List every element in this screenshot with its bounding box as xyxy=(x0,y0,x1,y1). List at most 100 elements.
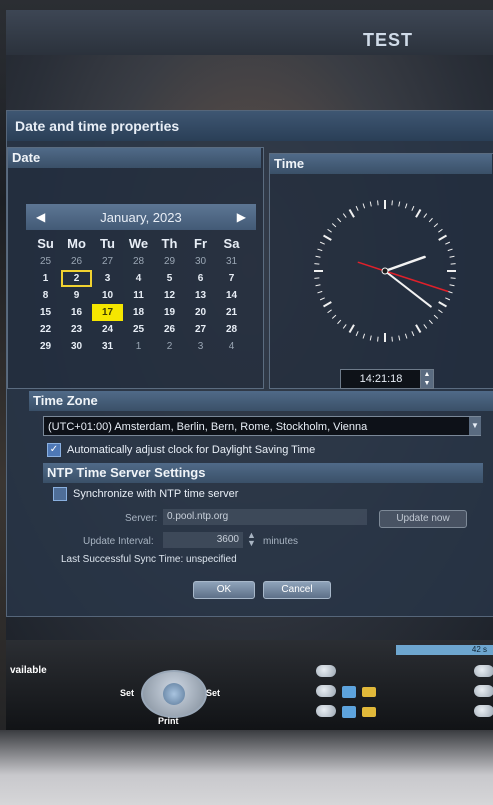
time-input[interactable]: 14:21:18 xyxy=(340,369,422,389)
calendar-day[interactable]: 7 xyxy=(216,270,247,287)
timezone-header: Time Zone xyxy=(29,391,493,411)
weekday-header: Su xyxy=(37,236,54,251)
interval-input[interactable]: 3600 xyxy=(163,532,243,548)
calendar-day[interactable]: 11 xyxy=(123,287,154,304)
calendar-day[interactable]: 1 xyxy=(30,270,61,287)
calendar-day[interactable]: 30 xyxy=(185,253,216,270)
calendar-day[interactable]: 23 xyxy=(61,321,92,338)
clock-tick xyxy=(342,324,347,329)
control-button-3[interactable] xyxy=(316,705,336,717)
calendar-day[interactable]: 28 xyxy=(123,253,154,270)
calendar-day[interactable]: 14 xyxy=(216,287,247,304)
control-button-4[interactable] xyxy=(474,665,493,677)
ntp-sync-label: Synchronize with NTP time server xyxy=(73,488,239,500)
calendar-day[interactable]: 24 xyxy=(92,321,123,338)
time-spinner[interactable]: ▲ ▼ xyxy=(420,369,434,389)
calendar-day[interactable]: 29 xyxy=(30,338,61,355)
calendar-day[interactable]: 4 xyxy=(123,270,154,287)
timezone-select[interactable]: (UTC+01:00) Amsterdam, Berlin, Bern, Rom… xyxy=(43,416,481,436)
calendar-day[interactable]: 28 xyxy=(216,321,247,338)
clock-tick xyxy=(362,333,366,339)
ntp-sync-checkbox[interactable] xyxy=(53,487,67,501)
calendar-day[interactable]: 25 xyxy=(30,253,61,270)
calendar-day[interactable]: 29 xyxy=(154,253,185,270)
clock-tick xyxy=(445,297,451,301)
calendar-day[interactable]: 3 xyxy=(92,270,123,287)
chevron-right-icon[interactable]: ▶ xyxy=(237,210,246,224)
clock-tick xyxy=(428,217,433,223)
clock-tick xyxy=(319,241,325,245)
calendar-day[interactable]: 17 xyxy=(92,304,123,321)
calendar-day[interactable]: 16 xyxy=(61,304,92,321)
clock-tick xyxy=(369,201,372,207)
interval-stepper[interactable]: ▲ ▼ xyxy=(247,531,256,548)
monitor-bezel xyxy=(0,730,493,805)
clock-tick xyxy=(449,284,455,287)
calendar-day[interactable]: 13 xyxy=(185,287,216,304)
calendar-day[interactable]: 27 xyxy=(185,321,216,338)
control-button-2[interactable] xyxy=(316,685,336,697)
clock-tick xyxy=(449,255,455,258)
calendar-day[interactable]: 3 xyxy=(185,338,216,355)
calendar-day[interactable]: 2 xyxy=(154,338,185,355)
calendar-day[interactable]: 5 xyxy=(154,270,185,287)
interval-unit: minutes xyxy=(263,536,299,547)
calendar-day[interactable]: 10 xyxy=(92,287,123,304)
printer-icon[interactable] xyxy=(362,687,376,697)
calendar-day[interactable]: 1 xyxy=(123,338,154,355)
calendar-day[interactable]: 2 xyxy=(61,270,92,287)
calendar-day[interactable]: 26 xyxy=(61,253,92,270)
clock-tick xyxy=(317,290,323,294)
control-button-5[interactable] xyxy=(474,685,493,697)
calendar-day[interactable]: 6 xyxy=(185,270,216,287)
trackball-knob[interactable] xyxy=(141,670,207,718)
clock-tick xyxy=(317,248,323,252)
control-button-6[interactable] xyxy=(474,705,493,717)
ok-button[interactable]: OK xyxy=(193,581,255,599)
knob-center[interactable] xyxy=(163,683,185,705)
set-left-label: Set xyxy=(120,688,135,698)
calendar-day[interactable]: 25 xyxy=(123,321,154,338)
clock-tick xyxy=(369,335,372,341)
clock-tick xyxy=(438,234,447,241)
server-label: Server: xyxy=(125,513,158,524)
server-input[interactable]: 0.pool.ntp.org xyxy=(163,509,367,525)
calendar-day[interactable]: 8 xyxy=(30,287,61,304)
clock-tick xyxy=(398,335,401,341)
save-icon[interactable] xyxy=(342,706,356,718)
clock-tick xyxy=(438,301,447,308)
cancel-button[interactable]: Cancel xyxy=(263,581,331,599)
update-now-button[interactable]: Update now xyxy=(379,510,467,528)
calendar-day[interactable]: 15 xyxy=(30,304,61,321)
calendar-day[interactable]: 21 xyxy=(216,304,247,321)
calendar-day[interactable]: 26 xyxy=(154,321,185,338)
chevron-down-icon[interactable]: ▼ xyxy=(469,417,481,435)
clock-tick xyxy=(398,201,401,207)
chevron-left-icon[interactable]: ◀ xyxy=(36,210,45,224)
calendar-day[interactable]: 20 xyxy=(185,304,216,321)
clock-tick xyxy=(323,234,332,241)
clock-tick xyxy=(445,241,451,245)
calendar-header: ◀ January, 2023 ▶ xyxy=(26,204,256,230)
clock-tick xyxy=(377,336,379,342)
calendar-day[interactable]: 31 xyxy=(216,253,247,270)
printer-icon[interactable] xyxy=(362,707,376,717)
calendar-day[interactable]: 19 xyxy=(154,304,185,321)
calendar-day[interactable]: 4 xyxy=(216,338,247,355)
calendar-day[interactable]: 30 xyxy=(61,338,92,355)
ntp-header: NTP Time Server Settings xyxy=(43,463,483,483)
clock-tick xyxy=(315,284,321,287)
calendar-day[interactable]: 31 xyxy=(92,338,123,355)
clock-tick xyxy=(348,209,355,218)
calendar-day[interactable]: 9 xyxy=(61,287,92,304)
set-right-label: Set xyxy=(206,688,221,698)
control-button-1[interactable] xyxy=(316,665,336,677)
save-icon[interactable] xyxy=(342,686,356,698)
calendar-day[interactable]: 12 xyxy=(154,287,185,304)
calendar-day[interactable]: 18 xyxy=(123,304,154,321)
weekday-header: Th xyxy=(161,236,178,251)
calendar-day[interactable]: 22 xyxy=(30,321,61,338)
calendar-day[interactable]: 27 xyxy=(92,253,123,270)
dst-checkbox[interactable]: ✓ xyxy=(47,443,61,457)
clock-tick xyxy=(319,297,325,301)
